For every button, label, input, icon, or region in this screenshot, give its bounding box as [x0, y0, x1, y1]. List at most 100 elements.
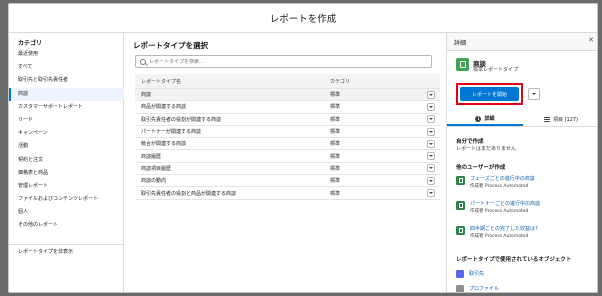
chevron-down-icon: [429, 142, 433, 145]
sidebar-item-admin-reports[interactable]: 管理レポート: [9, 180, 124, 193]
row-category: 標準: [330, 129, 341, 136]
hide-report-types-link[interactable]: レポートタイプを非表示: [9, 244, 124, 258]
row-category: 標準: [330, 178, 341, 185]
row-menu-button[interactable]: [427, 164, 435, 173]
table-row[interactable]: 取引先責任者の役割が関連する商談 標準: [135, 114, 440, 126]
table-row[interactable]: 商談項目履歴 標準: [135, 163, 440, 176]
search-icon: [140, 58, 146, 65]
row-name: 取引先責任者の役割が関連する商談: [141, 116, 222, 123]
row-category: 標準: [330, 190, 341, 197]
category-sidebar: カテゴリ 最近使用 すべて 取引先と取引先責任者 商談 カスタマーサポートレポー…: [9, 33, 124, 292]
chevron-down-icon: [429, 118, 433, 121]
sidebar-heading: カテゴリ: [18, 40, 43, 47]
row-name: 競合が関連する商談: [141, 141, 187, 148]
sidebar-item-all[interactable]: すべて: [9, 61, 124, 74]
column-header-category[interactable]: カテゴリ: [330, 78, 430, 85]
sidebar-item-customer-support[interactable]: カスタマーサポートレポート: [9, 101, 124, 114]
search-input[interactable]: [149, 58, 419, 65]
row-name: 商品が関連する商談: [141, 104, 187, 111]
row-menu-button[interactable]: [427, 189, 435, 198]
sidebar-item-leads[interactable]: リード: [9, 114, 124, 127]
report-created-by: 作成者 Process Automated: [470, 234, 529, 239]
row-menu-button[interactable]: [427, 139, 435, 148]
row-menu-button[interactable]: [427, 152, 435, 161]
create-report-modal: レポートを作成 カテゴリ 最近使用 すべて 取引先と取引先責任者 商談 カスタマ…: [8, 3, 598, 293]
modal-header: レポートを作成: [9, 4, 597, 33]
tab-details[interactable]: i 詳細: [447, 113, 523, 126]
report-icon: [456, 226, 465, 235]
chevron-down-icon: [532, 93, 536, 95]
list-item: フェーズごとの進行中の商談 作成者 Process Automated: [456, 175, 596, 191]
category-list: 最近使用 すべて 取引先と取引先責任者 商談 カスタマーサポートレポート リード…: [9, 48, 124, 233]
sidebar-item-other-reports[interactable]: その他のレポート: [9, 219, 124, 232]
opportunity-icon: [456, 58, 469, 71]
sidebar-item-activities[interactable]: 活動: [9, 140, 124, 153]
object-item: プロファイル: [456, 285, 596, 292]
report-link[interactable]: フェーズごとの進行中の商談: [470, 175, 535, 182]
report-type-table: レポートタイプ名 カテゴリ 商談 標準 商品が関連する商談 標準 取引先責任者の…: [135, 74, 440, 200]
info-icon: i: [475, 115, 482, 122]
row-name: 商談: [141, 92, 152, 99]
object-label[interactable]: プロファイル: [469, 285, 499, 292]
created-by-me-title: 自分で作成: [456, 139, 484, 145]
table-row[interactable]: 競合が関連する商談 標準: [135, 138, 440, 151]
sidebar-item-campaigns[interactable]: キャンペーン: [9, 127, 124, 140]
search-box: [135, 55, 432, 68]
object-label[interactable]: 取引先: [469, 270, 484, 277]
details-title: 詳細: [454, 40, 467, 47]
table-row[interactable]: 商品が関連する商談 標準: [135, 101, 440, 114]
row-name: 商談履歴: [141, 153, 162, 160]
chevron-down-icon: [429, 192, 433, 195]
report-type-subtitle: 標準レポートタイプ: [473, 67, 519, 73]
chevron-down-icon: [429, 130, 433, 133]
chevron-down-icon: [429, 179, 433, 182]
table-row[interactable]: 商談 標準: [135, 89, 440, 102]
row-name: 取引先責任者の役割と商品が関連する商談: [141, 190, 237, 197]
sidebar-item-recent[interactable]: 最近使用: [9, 48, 124, 61]
row-menu-button[interactable]: [427, 90, 435, 99]
close-icon[interactable]: ✕: [588, 37, 594, 44]
details-panel: 詳細 ✕ 商談 標準レポートタイプ レポートを開始 i 詳細 項目 (127) …: [446, 33, 597, 292]
modal-title: レポートを作成: [269, 14, 337, 25]
report-created-by: 作成者 Process Automated: [470, 184, 529, 189]
sidebar-item-pricebooks-products[interactable]: 価格表と商品: [9, 167, 124, 180]
report-created-by: 作成者 Process Automated: [470, 209, 529, 214]
account-icon: [456, 270, 464, 278]
modal-backdrop: レポートを作成 カテゴリ 最近使用 すべて 取引先と取引先責任者 商談 カスタマ…: [0, 0, 602, 296]
table-row[interactable]: 商談の動向 標準: [135, 175, 440, 188]
sidebar-item-accounts-contacts[interactable]: 取引先と取引先責任者: [9, 74, 124, 87]
start-report-dropdown-button[interactable]: [528, 88, 540, 100]
column-header-name[interactable]: レポートタイプ名: [135, 78, 330, 85]
sidebar-item-contracts-orders[interactable]: 契約と注文: [9, 154, 124, 167]
sidebar-item-files-content[interactable]: ファイルおよびコンテンツレポート: [9, 193, 124, 206]
sidebar-item-personal[interactable]: 個人: [9, 206, 124, 219]
details-header: 詳細 ✕: [447, 33, 597, 51]
tab-fields[interactable]: 項目 (127): [523, 113, 597, 126]
object-item: 取引先: [456, 270, 596, 279]
chevron-down-icon: [429, 105, 433, 108]
tab-details-label: 詳細: [484, 116, 495, 122]
tab-fields-label: 項目 (127): [552, 117, 579, 123]
chevron-down-icon: [429, 93, 433, 96]
row-name: 商談の動向: [141, 178, 167, 185]
row-menu-button[interactable]: [427, 176, 435, 185]
row-category: 標準: [330, 104, 341, 111]
table-row[interactable]: パートナーが関連する商談 標準: [135, 126, 440, 139]
sidebar-item-opportunities[interactable]: 商談: [9, 87, 124, 101]
row-category: 標準: [330, 141, 341, 148]
chevron-down-icon: [429, 155, 433, 158]
report-icon: [456, 201, 465, 210]
table-row[interactable]: 商談履歴 標準: [135, 150, 440, 163]
report-type-panel: レポートタイプを選択 レポートタイプ名 カテゴリ 商談 標準 商品が関連する商談…: [124, 33, 446, 292]
row-menu-button[interactable]: [427, 127, 435, 136]
row-menu-button[interactable]: [427, 102, 435, 111]
no-reports-text: レポートはまだありません: [456, 146, 516, 152]
row-category: 標準: [330, 92, 341, 99]
row-name: パートナーが関連する商談: [141, 129, 202, 136]
table-row[interactable]: 取引先責任者の役割と商品が関連する商談 標準: [135, 187, 440, 200]
report-link[interactable]: 四半期ごとの完了した収益は?: [470, 225, 538, 232]
report-link[interactable]: パートナーごとの進行中の商談: [470, 200, 540, 207]
start-report-button[interactable]: レポートを開始: [460, 87, 519, 101]
row-menu-button[interactable]: [427, 115, 435, 124]
created-by-others-title: 他のユーザーが作成: [456, 165, 506, 171]
